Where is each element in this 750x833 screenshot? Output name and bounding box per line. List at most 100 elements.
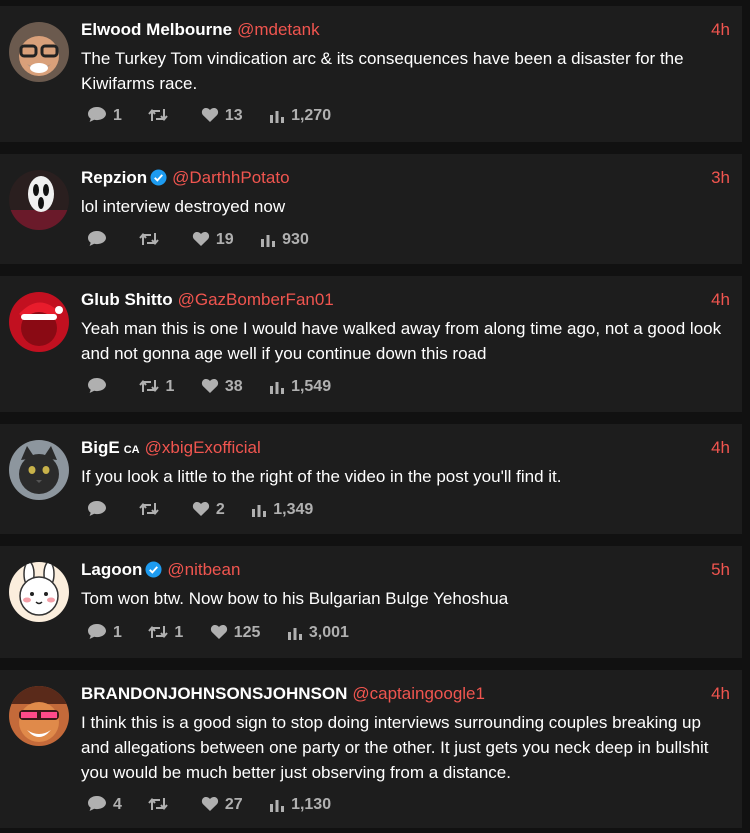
like-count: 19	[215, 230, 234, 248]
avatar[interactable]	[9, 686, 69, 746]
retweet-button[interactable]	[133, 231, 165, 249]
avatar[interactable]	[9, 292, 69, 352]
tweet-header: Glub Shitto @GazBomberFan01 4h	[81, 290, 730, 312]
retweet-count: 1	[174, 623, 184, 641]
display-name[interactable]: Elwood Melbourne	[81, 20, 232, 39]
retweet-button[interactable]	[133, 501, 165, 519]
views-button[interactable]: 3,001	[281, 624, 349, 642]
action-bar: 4 27 1,130	[81, 795, 347, 815]
timestamp[interactable]: 5h	[711, 560, 730, 580]
display-name[interactable]: Repzion	[81, 168, 147, 187]
reply-count: 1	[113, 107, 122, 124]
heart-icon	[192, 501, 210, 518]
like-count: 27	[224, 795, 243, 813]
tweet-card[interactable]: Glub Shitto @GazBomberFan01 4h Yeah man t…	[0, 276, 742, 412]
views-chart-icon	[269, 107, 285, 124]
reply-button[interactable]: 4	[81, 795, 122, 814]
view-count: 930	[282, 230, 309, 248]
like-count: 2	[215, 500, 225, 518]
like-button[interactable]: 13	[195, 107, 243, 125]
avatar[interactable]	[9, 440, 69, 500]
heart-icon	[201, 378, 219, 395]
tweet-header: BRANDONJOHNSONSJOHNSON @captaingoogle1 4h	[81, 684, 730, 706]
action-bar: 19 930	[81, 230, 325, 250]
reply-icon	[87, 796, 107, 813]
avatar[interactable]	[9, 562, 69, 622]
avatar[interactable]	[9, 170, 69, 230]
retweet-count: 1	[165, 377, 175, 395]
avatar[interactable]	[9, 22, 69, 82]
reply-button[interactable]	[81, 230, 113, 249]
tweet-text: lol interview destroyed now	[81, 197, 286, 216]
reply-icon	[87, 624, 107, 641]
views-button[interactable]: 1,270	[263, 107, 331, 125]
tweet-card[interactable]: Lagoon @nitbean 5h Tom won btw. Now bow t…	[0, 546, 742, 658]
view-count: 1,130	[291, 795, 332, 813]
timestamp[interactable]: 4h	[711, 20, 730, 40]
reply-button[interactable]: 1	[81, 623, 122, 642]
views-button[interactable]: 1,349	[245, 501, 313, 519]
retweet-button[interactable]: 1	[133, 378, 174, 396]
retweet-icon	[139, 378, 160, 395]
display-name[interactable]: Glub Shitto	[81, 290, 173, 309]
timestamp[interactable]: 4h	[711, 438, 730, 458]
tweet-card[interactable]: BRANDONJOHNSONSJOHNSON @captaingoogle1 4h…	[0, 670, 742, 828]
display-name[interactable]: BRANDONJOHNSONSJOHNSON	[81, 684, 347, 703]
like-button[interactable]: 2	[186, 501, 225, 519]
reply-icon	[87, 107, 107, 124]
like-button[interactable]: 27	[195, 796, 243, 814]
tweet-text: If you look a little to the right of the…	[81, 467, 562, 486]
tweet-card[interactable]: Repzion @DarthhPotato 3h lol interview de…	[0, 154, 742, 264]
tweet-header: Elwood Melbourne @mdetank 4h	[81, 20, 730, 42]
view-count: 1,549	[291, 377, 332, 395]
user-handle[interactable]: @nitbean	[167, 560, 240, 579]
tweet-text: The Turkey Tom vindication arc & its con…	[81, 49, 684, 93]
country-tag: CA	[123, 444, 140, 456]
heart-icon	[201, 107, 219, 124]
views-button[interactable]: 1,549	[263, 378, 331, 396]
view-count: 3,001	[308, 623, 349, 641]
user-handle[interactable]: @mdetank	[237, 20, 319, 39]
user-handle[interactable]: @captaingoogle1	[352, 684, 485, 703]
timestamp[interactable]: 4h	[711, 290, 730, 310]
like-button[interactable]: 38	[195, 378, 243, 396]
tweet-text: Yeah man this is one I would have walked…	[81, 319, 722, 363]
retweet-button[interactable]	[142, 107, 174, 125]
reply-button[interactable]: 1	[81, 106, 122, 125]
views-button[interactable]: 930	[254, 231, 309, 249]
verified-badge-icon	[142, 561, 162, 579]
action-bar: 2 1,349	[81, 500, 329, 520]
user-handle[interactable]: @GazBomberFan01	[178, 290, 334, 309]
heart-icon	[192, 231, 210, 248]
like-count: 38	[224, 377, 243, 395]
retweet-icon	[148, 624, 169, 641]
display-name[interactable]: Lagoon	[81, 560, 142, 579]
user-handle[interactable]: @DarthhPotato	[172, 168, 289, 187]
reply-count: 1	[113, 624, 122, 641]
tweet-header: Lagoon @nitbean 5h	[81, 560, 730, 582]
tweet-header: Repzion @DarthhPotato 3h	[81, 168, 730, 190]
like-button[interactable]: 125	[204, 624, 260, 642]
retweet-button[interactable]: 1	[142, 624, 183, 642]
reply-feed: Elwood Melbourne @mdetank 4h The Turkey T…	[0, 0, 750, 833]
reply-icon	[87, 231, 107, 248]
user-handle[interactable]: @xbigExofficial	[145, 438, 261, 457]
views-chart-icon	[269, 378, 285, 395]
tweet-card[interactable]: BigE CA @xbigExofficial 4h If you look a l…	[0, 424, 742, 534]
reply-icon	[87, 378, 107, 395]
like-count: 13	[224, 106, 243, 124]
reply-button[interactable]	[81, 377, 113, 396]
views-chart-icon	[269, 796, 285, 813]
retweet-icon	[148, 107, 169, 124]
timestamp[interactable]: 3h	[711, 168, 730, 188]
timestamp[interactable]: 4h	[711, 684, 730, 704]
heart-icon	[201, 796, 219, 813]
view-count: 1,270	[291, 106, 332, 124]
reply-icon	[87, 501, 107, 518]
display-name[interactable]: BigE	[81, 438, 120, 457]
views-button[interactable]: 1,130	[263, 796, 331, 814]
tweet-card[interactable]: Elwood Melbourne @mdetank 4h The Turkey T…	[0, 6, 742, 142]
retweet-button[interactable]	[142, 796, 174, 814]
like-button[interactable]: 19	[186, 231, 234, 249]
reply-button[interactable]	[81, 500, 113, 519]
